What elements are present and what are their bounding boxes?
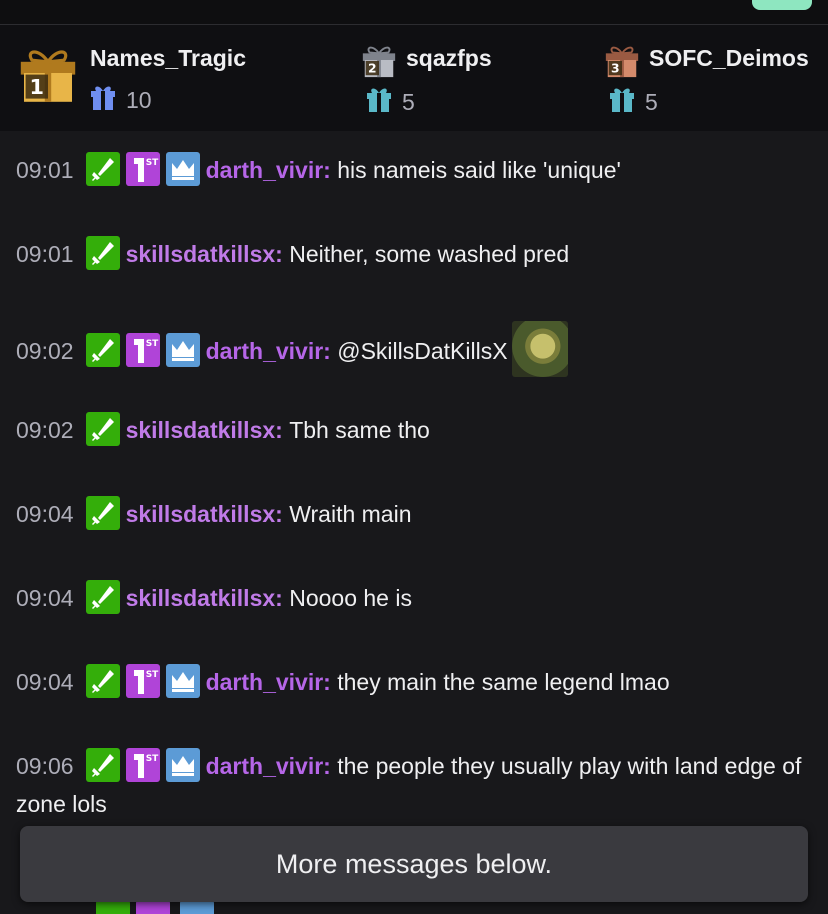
svg-text:ST: ST xyxy=(145,754,158,764)
svg-text:ST: ST xyxy=(145,670,158,680)
message-timestamp: 09:04 xyxy=(16,585,74,611)
username-separator: : xyxy=(275,241,290,267)
moderator-badge-icon[interactable] xyxy=(85,748,120,782)
silver-gift-rank-icon: 2 xyxy=(360,41,398,84)
top-gifter-2[interactable]: 2 sqazfps 5 xyxy=(360,41,590,121)
chat-message[interactable]: 09:04 ST darth_vivir: they main the same l… xyxy=(16,663,808,701)
message-timestamp: 09:01 xyxy=(16,157,74,183)
chat-username[interactable]: darth_vivir xyxy=(206,753,324,779)
message-timestamp: 09:04 xyxy=(16,669,74,695)
gift-count-value: 5 xyxy=(402,88,415,115)
chat-message[interactable]: 09:04 skillsdatkillsx: Noooo he is xyxy=(16,579,808,617)
first-badge-icon[interactable]: ST xyxy=(125,333,160,367)
vip-badge-icon[interactable] xyxy=(165,333,200,367)
svg-text:3: 3 xyxy=(611,61,620,75)
message-text: @SkillsDatKillsX xyxy=(337,338,508,364)
gift-leaderboard: 1 Names_Tragic 10 2 sqazfps 5 3 SOFC_Dei… xyxy=(0,25,828,131)
svg-text:2: 2 xyxy=(368,61,377,75)
svg-text:1: 1 xyxy=(30,75,44,99)
more-messages-label: More messages below. xyxy=(275,848,553,879)
chat-username[interactable]: darth_vivir xyxy=(206,669,324,695)
vip-badge-icon[interactable] xyxy=(165,664,200,698)
svg-text:ST: ST xyxy=(145,339,158,349)
moderator-badge-icon[interactable] xyxy=(85,580,120,614)
username-separator: : xyxy=(323,157,338,183)
first-badge-icon[interactable]: ST xyxy=(125,664,160,698)
chat-message[interactable]: 09:01 skillsdatkillsx: Neither, some wash… xyxy=(16,235,808,273)
moderator-badge-icon[interactable] xyxy=(85,152,120,186)
vip-badge-icon xyxy=(180,900,214,914)
username-separator: : xyxy=(275,501,290,527)
chat-username[interactable]: skillsdatkillsx xyxy=(126,585,276,611)
message-text: they main the same legend lmao xyxy=(337,669,670,695)
message-timestamp: 09:04 xyxy=(16,501,74,527)
message-text: Neither, some washed pred xyxy=(289,241,570,267)
top-action-button[interactable] xyxy=(752,0,812,10)
gifter-name[interactable]: sqazfps xyxy=(406,45,492,72)
chat-username[interactable]: darth_vivir xyxy=(206,338,324,364)
gift-count: 5 xyxy=(366,85,415,119)
gift-count-value: 5 xyxy=(645,88,658,115)
message-text: Wraith main xyxy=(289,501,412,527)
username-separator: : xyxy=(275,585,290,611)
gift-count-value: 10 xyxy=(126,86,152,113)
first-badge-icon[interactable]: ST xyxy=(125,152,160,186)
chat-message[interactable]: 09:02 ST darth_vivir: @SkillsDatKillsX xyxy=(16,321,808,377)
first-badge-icon xyxy=(136,900,170,914)
bronze-gift-rank-icon: 3 xyxy=(603,41,641,84)
message-timestamp: 09:01 xyxy=(16,241,74,267)
message-text: his nameis said like 'unique' xyxy=(337,157,621,183)
top-bar xyxy=(0,0,828,25)
chat-message[interactable]: 09:01 ST darth_vivir: his nameis said like… xyxy=(16,151,808,189)
chat-username[interactable]: skillsdatkillsx xyxy=(126,501,276,527)
moderator-badge-icon[interactable] xyxy=(85,412,120,446)
username-separator: : xyxy=(323,753,338,779)
message-timestamp: 09:02 xyxy=(16,417,74,443)
message-text: Tbh same tho xyxy=(289,417,430,443)
chat-message[interactable]: 09:06 ST darth_vivir: the people they usua… xyxy=(16,747,808,823)
svg-text:ST: ST xyxy=(145,158,158,168)
more-messages-below-button[interactable]: More messages below. xyxy=(20,826,808,902)
first-badge-icon[interactable]: ST xyxy=(125,748,160,782)
moderator-badge-icon[interactable] xyxy=(85,496,120,530)
chat-username[interactable]: skillsdatkillsx xyxy=(126,417,276,443)
gifter-name[interactable]: SOFC_Deimos xyxy=(649,45,809,72)
message-timestamp: 09:06 xyxy=(16,753,74,779)
moderator-badge-icon[interactable] xyxy=(85,333,120,367)
message-timestamp: 09:02 xyxy=(16,338,74,364)
gift-icon xyxy=(366,85,392,119)
username-separator: : xyxy=(323,669,338,695)
username-separator: : xyxy=(275,417,290,443)
chat-username[interactable]: skillsdatkillsx xyxy=(126,241,276,267)
gift-icon xyxy=(609,85,635,119)
shrek-emote-icon[interactable] xyxy=(511,321,568,377)
moderator-badge-icon xyxy=(96,900,130,914)
vip-badge-icon[interactable] xyxy=(165,152,200,186)
top-gifter-1[interactable]: 1 Names_Tragic 10 xyxy=(16,41,246,121)
chat-message[interactable]: 09:04 skillsdatkillsx: Wraith main xyxy=(16,495,808,533)
username-separator: : xyxy=(323,338,338,364)
chat-username[interactable]: darth_vivir xyxy=(206,157,324,183)
moderator-badge-icon[interactable] xyxy=(85,236,120,270)
gift-count: 10 xyxy=(90,83,152,117)
gold-gift-rank-icon: 1 xyxy=(16,41,80,110)
gifter-name[interactable]: Names_Tragic xyxy=(90,45,246,72)
vip-badge-icon[interactable] xyxy=(165,748,200,782)
chat-message-list[interactable]: 09:01 ST darth_vivir: his nameis said like… xyxy=(0,131,828,914)
gift-icon xyxy=(90,83,116,117)
message-text: Noooo he is xyxy=(289,585,412,611)
moderator-badge-icon[interactable] xyxy=(85,664,120,698)
gift-count: 5 xyxy=(609,85,658,119)
chat-message[interactable]: 09:02 skillsdatkillsx: Tbh same tho xyxy=(16,411,808,449)
top-gifter-3[interactable]: 3 SOFC_Deimos 5 xyxy=(603,41,828,121)
